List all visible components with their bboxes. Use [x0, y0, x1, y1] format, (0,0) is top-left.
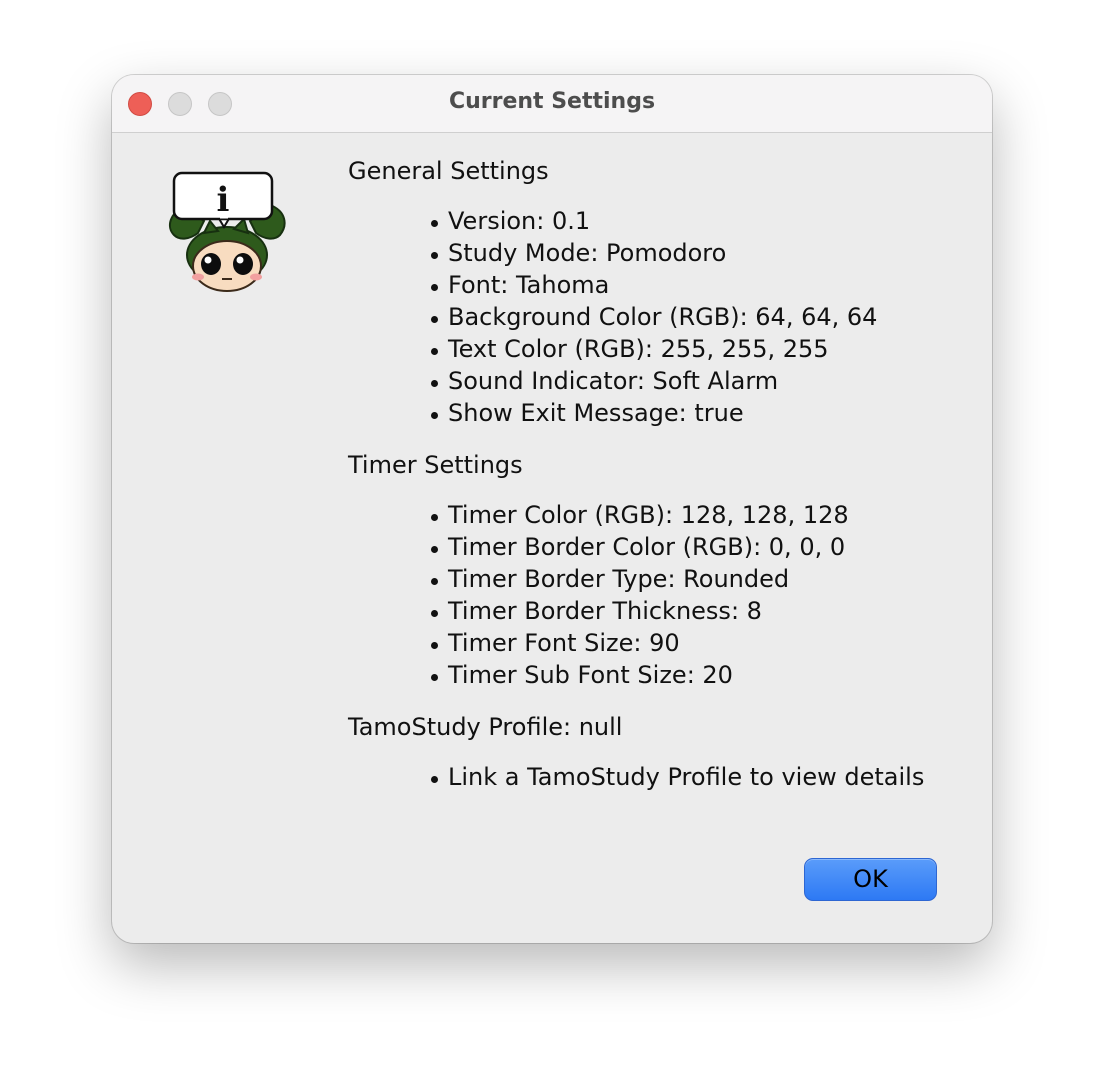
list-item: Link a TamoStudy Profile to view details — [348, 761, 978, 793]
list-item: Timer Border Type: Rounded — [348, 563, 978, 595]
list-item: Timer Border Thickness: 8 — [348, 595, 978, 627]
list-item: Timer Sub Font Size: 20 — [348, 659, 978, 691]
list-item: Timer Border Color (RGB): 0, 0, 0 — [348, 531, 978, 563]
timer-settings-list: Timer Color (RGB): 128, 128, 128 Timer B… — [348, 499, 978, 691]
list-item: Background Color (RGB): 64, 64, 64 — [348, 301, 978, 333]
ok-button[interactable]: OK — [804, 858, 937, 901]
info-glyph: i — [217, 180, 230, 220]
title-bar[interactable]: Current Settings — [112, 75, 992, 133]
section-title-profile: TamoStudy Profile: null — [348, 713, 623, 741]
list-item: Timer Font Size: 90 — [348, 627, 978, 659]
window-title: Current Settings — [448, 89, 656, 114]
list-item: Text Color (RGB): 255, 255, 255 — [348, 333, 978, 365]
list-item: Show Exit Message: true — [348, 397, 978, 429]
settings-content: General Settings Version: 0.1 Study Mode… — [348, 155, 978, 813]
list-item: Timer Color (RGB): 128, 128, 128 — [348, 499, 978, 531]
info-mascot-icon: i — [164, 169, 290, 299]
settings-dialog: Current Settings i General Settings Vers… — [112, 75, 992, 943]
general-settings-list: Version: 0.1 Study Mode: Pomodoro Font: … — [348, 205, 978, 429]
profile-list: Link a TamoStudy Profile to view details — [348, 761, 978, 793]
list-item: Sound Indicator: Soft Alarm — [348, 365, 978, 397]
list-item: Study Mode: Pomodoro — [348, 237, 978, 269]
list-item: Font: Tahoma — [348, 269, 978, 301]
list-item: Version: 0.1 — [348, 205, 978, 237]
section-title-timer: Timer Settings — [348, 451, 523, 479]
section-title-general: General Settings — [348, 157, 549, 185]
